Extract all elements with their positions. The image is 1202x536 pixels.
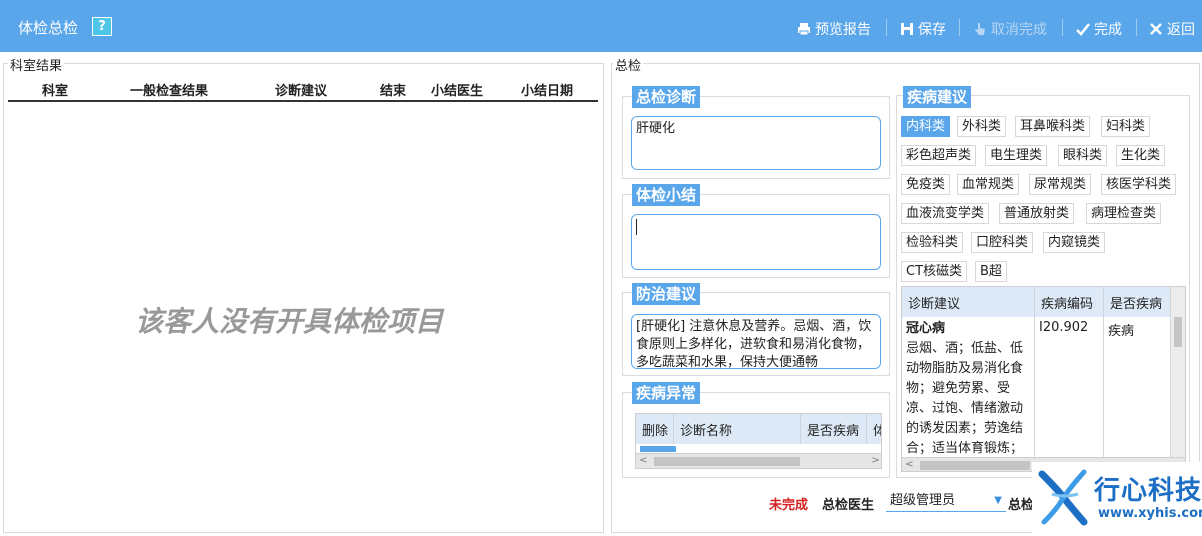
category-chip[interactable]: 眼科类 xyxy=(1058,145,1108,166)
save-label: 保存 xyxy=(918,22,946,38)
toolbar-separator xyxy=(1062,19,1063,36)
category-chip[interactable]: 尿常规类 xyxy=(1029,174,1092,195)
category-chip[interactable]: 生化类 xyxy=(1116,145,1166,166)
category-chip[interactable]: 耳鼻喉科类 xyxy=(1015,116,1091,137)
cancel-complete-button[interactable]: 取消完成 xyxy=(972,19,1047,39)
category-chip[interactable]: 内科类 xyxy=(901,116,951,137)
column-header[interactable]: 诊断名称 xyxy=(674,414,801,444)
column-header[interactable]: 删除 xyxy=(636,414,674,444)
category-chip[interactable]: 血常规类 xyxy=(957,174,1020,195)
table-row[interactable]: 冠心病 忌烟、酒；低盐、低动物脂肪及易消化食物；避免劳累、受凉、过饱、情绪激动的… xyxy=(902,317,1172,457)
vertical-scrollbar[interactable] xyxy=(1170,287,1185,457)
category-chip[interactable]: 核医学科类 xyxy=(1101,174,1177,195)
save-button[interactable]: 保存 xyxy=(899,19,946,39)
column-header[interactable]: 科室 xyxy=(42,80,68,99)
department-results-group xyxy=(3,63,604,533)
brand-logo: 行心科技 www.xyhis.com xyxy=(1032,462,1202,536)
category-chip[interactable]: 血液流变学类 xyxy=(901,203,990,224)
category-chip[interactable]: 外科类 xyxy=(957,116,1007,137)
advice-field[interactable]: [肝硬化] 注意休息及营养。忌烟、酒，饮食原则上多样化，进软食和易消化食物，多吃… xyxy=(631,314,881,369)
category-chip[interactable]: 电生理类 xyxy=(985,145,1048,166)
doctor-label: 总检医生 xyxy=(822,498,875,513)
category-chip[interactable]: 妇科类 xyxy=(1101,116,1151,137)
selected-row-marker xyxy=(640,446,676,452)
disease-name: 冠心病 xyxy=(906,321,946,336)
column-header[interactable]: 疾病编码 xyxy=(1035,287,1104,317)
column-header[interactable]: 是否疾病 xyxy=(801,414,867,444)
back-button[interactable]: 返回 xyxy=(1148,19,1195,39)
cancel-complete-label: 取消完成 xyxy=(991,22,1047,38)
column-header[interactable]: 诊断建议 xyxy=(902,287,1035,317)
category-chip[interactable]: 内窥镜类 xyxy=(1043,232,1106,253)
help-button[interactable]: ? xyxy=(92,17,112,36)
category-chip[interactable]: 免疫类 xyxy=(901,174,951,195)
abnormal-table-header: 删除 诊断名称 是否疾病 体 xyxy=(636,414,881,444)
checkmark-icon xyxy=(1075,21,1091,37)
hand-pointer-icon xyxy=(972,21,988,37)
brand-name: 行心科技 xyxy=(1094,476,1202,506)
complete-button[interactable]: 完成 xyxy=(1075,19,1122,39)
disease-advice-text: 忌烟、酒；低盐、低动物脂肪及易消化食物；避免劳累、受凉、过饱、情绪激动的诱发因素… xyxy=(906,341,1024,456)
is-disease-cell: 疾病 xyxy=(1108,324,1135,339)
code-cell: I20.902 xyxy=(1035,317,1104,457)
department-results-legend: 科室结果 xyxy=(8,55,65,74)
back-label: 返回 xyxy=(1167,22,1195,38)
diagnosis-label: 总检诊断 xyxy=(632,86,701,108)
category-chip[interactable]: 普通放射类 xyxy=(999,203,1075,224)
column-header[interactable]: 一般检查结果 xyxy=(130,80,208,99)
toolbar-separator xyxy=(959,19,960,36)
text-cursor xyxy=(636,218,637,235)
brand-url: www.xyhis.com xyxy=(1098,506,1202,521)
category-chip[interactable]: 检验科类 xyxy=(901,232,964,253)
printer-icon xyxy=(796,21,812,37)
empty-message: 该客人没有开具体检项目 xyxy=(135,305,444,338)
preview-report-label: 预览报告 xyxy=(815,22,871,38)
scroll-left-icon[interactable]: < xyxy=(636,454,651,468)
logo-mark-icon xyxy=(1038,469,1088,526)
horizontal-scrollbar[interactable]: < > xyxy=(636,453,881,468)
disease-advice-table-header: 诊断建议 疾病编码 是否疾病 xyxy=(902,287,1172,317)
category-chip[interactable]: 病理检查类 xyxy=(1086,203,1162,224)
complete-label: 完成 xyxy=(1094,22,1122,38)
status-badge: 未完成 xyxy=(769,498,809,513)
disease-advice-label: 疾病建议 xyxy=(903,86,972,108)
category-chip[interactable]: B超 xyxy=(975,261,1007,282)
summary-group-legend: 总检 xyxy=(613,55,644,74)
column-header[interactable]: 小结日期 xyxy=(521,80,573,99)
category-chip[interactable]: 口腔科类 xyxy=(971,232,1034,253)
scroll-thumb[interactable] xyxy=(1174,317,1182,347)
scroll-thumb[interactable] xyxy=(920,461,1030,470)
column-header[interactable]: 小结医生 xyxy=(431,80,483,99)
scroll-left-icon[interactable]: < xyxy=(902,458,917,471)
window-title: 体检总检 xyxy=(18,19,79,37)
department-results-table-header: 科室 一般检查结果 诊断建议 结束 小结医生 小结日期 xyxy=(8,80,598,102)
summary-label: 体检小结 xyxy=(632,184,701,206)
disease-advice-table: 诊断建议 疾病编码 是否疾病 冠心病 忌烟、酒；低盐、低动物脂肪及易消化食物；避… xyxy=(901,286,1186,472)
preview-report-button[interactable]: 预览报告 xyxy=(796,19,871,39)
column-header[interactable]: 体 xyxy=(867,414,881,444)
abnormal-label: 疾病异常 xyxy=(632,382,701,404)
title-bar: 体检总检 ? 预览报告 保存 取消完成 完成 返回 xyxy=(0,0,1202,52)
doctor-select[interactable]: 超级管理员 ▼ xyxy=(886,490,1006,512)
close-icon xyxy=(1148,21,1164,37)
scroll-thumb[interactable] xyxy=(654,457,800,466)
date-label: 总检 xyxy=(1008,498,1035,513)
toolbar-separator xyxy=(1136,19,1137,36)
column-header[interactable]: 结束 xyxy=(380,80,406,99)
column-header[interactable]: 是否疾病 xyxy=(1104,287,1172,317)
scroll-right-icon[interactable]: > xyxy=(868,454,881,468)
advice-cell: 冠心病 忌烟、酒；低盐、低动物脂肪及易消化食物；避免劳累、受凉、过饱、情绪激动的… xyxy=(902,317,1035,457)
column-header[interactable]: 诊断建议 xyxy=(275,80,327,99)
abnormal-table: 删除 诊断名称 是否疾病 体 < > xyxy=(635,413,882,469)
category-chip[interactable]: 彩色超声类 xyxy=(901,145,977,166)
summary-field[interactable] xyxy=(631,214,881,270)
category-chip[interactable]: CT核磁类 xyxy=(901,261,968,282)
advice-label: 防治建议 xyxy=(632,283,701,305)
toolbar-separator xyxy=(886,19,887,36)
chevron-down-icon: ▼ xyxy=(994,495,1002,506)
diagnosis-field[interactable]: 肝硬化 xyxy=(631,116,881,170)
doctor-select-value: 超级管理员 xyxy=(890,493,956,508)
save-icon xyxy=(899,21,915,37)
